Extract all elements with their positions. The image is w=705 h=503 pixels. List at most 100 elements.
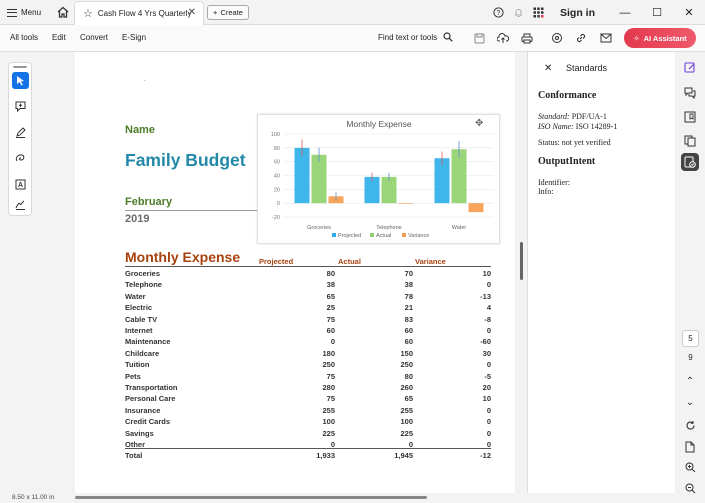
category-label: Groceries xyxy=(307,225,331,231)
row-label: Telephone xyxy=(125,280,162,290)
accessibility-standards-icon[interactable] xyxy=(681,153,699,171)
row-label: Insurance xyxy=(125,405,161,415)
row-label: Electric xyxy=(125,303,153,313)
bookmark-icon[interactable] xyxy=(681,108,699,126)
comments-icon[interactable] xyxy=(681,84,699,102)
table-row: Cable TV 75 83 -8 xyxy=(125,315,491,326)
help-icon[interactable]: ? xyxy=(488,0,508,25)
menu-button[interactable]: Menu xyxy=(7,5,41,20)
signature-icon[interactable] xyxy=(12,196,29,213)
horizontal-scrollbar[interactable] xyxy=(75,493,705,503)
table-row: Transportation 280 260 20 xyxy=(125,383,491,394)
document-viewer[interactable]: . Name Family Budget February 2019 Month… xyxy=(75,52,527,493)
add-comment-icon[interactable] xyxy=(12,98,29,115)
row-label: Maintenance xyxy=(125,337,171,347)
all-tools-menu[interactable]: All tools xyxy=(10,33,38,42)
row-label: Personal Care xyxy=(125,394,176,404)
ai-sparkle-icon: ✧ xyxy=(633,33,640,43)
panel-title: Standards xyxy=(566,63,608,73)
info-label: Info: xyxy=(538,187,554,196)
create-button[interactable]: + Create xyxy=(207,5,249,20)
row-label: Childcare xyxy=(125,348,160,358)
edit-pdf-icon[interactable] xyxy=(681,58,699,76)
variance-cell: -8 xyxy=(484,314,491,324)
apps-grid-icon[interactable] xyxy=(528,0,548,25)
window-close-icon[interactable]: ✕ xyxy=(673,0,705,25)
actual-cell: 78 xyxy=(404,291,413,301)
zoom-in-icon[interactable] xyxy=(681,458,699,476)
comment-search-icon[interactable] xyxy=(550,31,564,45)
home-icon[interactable] xyxy=(56,5,70,19)
variance-cell: 0 xyxy=(486,405,491,415)
row-label: Pets xyxy=(125,371,141,381)
actual-cell: 60 xyxy=(404,326,413,335)
ai-assistant-label: AI Assistant xyxy=(643,33,687,43)
upload-icon[interactable] xyxy=(496,31,510,45)
variance-cell: 0 xyxy=(486,428,491,438)
email-icon[interactable] xyxy=(599,31,613,45)
drag-handle[interactable] xyxy=(13,66,27,68)
table-row: Childcare 180 150 30 xyxy=(125,349,491,360)
save-icon[interactable] xyxy=(472,31,486,45)
total-rule xyxy=(125,448,491,449)
close-panel-icon[interactable]: ✕ xyxy=(544,63,552,74)
find-tools-button[interactable]: Find text or tools xyxy=(378,32,453,42)
status-text: Status: not yet verified xyxy=(538,138,611,147)
projected-cell: 255 xyxy=(322,405,335,415)
category-label: Water xyxy=(452,225,467,231)
variance-cell: -60 xyxy=(480,337,491,347)
chart-title: Monthly Expense xyxy=(346,119,411,129)
esign-menu[interactable]: E-Sign xyxy=(122,33,146,42)
pages-icon[interactable] xyxy=(681,132,699,150)
horizontal-scroll-thumb[interactable] xyxy=(75,496,427,499)
actual-cell: 100 xyxy=(400,417,413,427)
star-icon[interactable]: ☆ xyxy=(83,7,93,20)
convert-menu[interactable]: Convert xyxy=(80,33,108,42)
iso-line: ISO Name: ISO 14289-1 xyxy=(538,122,617,131)
bell-icon[interactable] xyxy=(508,0,528,25)
standard-line: Standard: PDF/UA-1 xyxy=(538,112,607,121)
minimize-icon[interactable]: — xyxy=(609,0,641,25)
sign-in-button[interactable]: Sign in xyxy=(560,7,595,19)
tab-title: Cash Flow 4 Yrs Quarterly xyxy=(97,9,192,18)
print-icon[interactable] xyxy=(520,31,534,45)
total-pages: 9 xyxy=(688,353,693,362)
maximize-icon[interactable]: ☐ xyxy=(641,0,673,25)
current-page-input[interactable]: 5 xyxy=(682,330,699,347)
vertical-scrollbar[interactable] xyxy=(520,242,523,280)
expense-chart[interactable]: Monthly Expense 100 80 60 40 20 0 -20 Groceries T… xyxy=(257,114,500,244)
document-settings-icon[interactable] xyxy=(681,438,699,456)
select-cursor-icon[interactable] xyxy=(12,72,29,89)
hamburger-icon xyxy=(7,8,17,17)
row-label: Tuition xyxy=(125,360,150,370)
row-label: Internet xyxy=(125,326,153,335)
rotate-icon[interactable] xyxy=(681,416,699,434)
iso-value: ISO 14289-1 xyxy=(575,122,618,131)
draw-freehand-icon[interactable] xyxy=(12,150,29,167)
header-rule xyxy=(125,266,491,267)
variance-cell: 10 xyxy=(482,394,491,404)
y-tick-label: 20 xyxy=(274,187,280,193)
table-row: Savings 225 225 0 xyxy=(125,429,491,440)
zoom-out-icon[interactable] xyxy=(681,479,699,497)
name-label: Name xyxy=(125,124,155,136)
text-box-icon[interactable]: A xyxy=(12,176,29,193)
highlight-pen-icon[interactable] xyxy=(12,124,29,141)
left-tool-rail: A xyxy=(0,52,75,493)
chevron-up-icon[interactable]: ⌃ xyxy=(681,372,699,390)
ai-assistant-button[interactable]: ✧ AI Assistant xyxy=(624,28,696,48)
title-bar: Menu ☆ Cash Flow 4 Yrs Quarterly ✕ + Cre… xyxy=(0,0,705,25)
document-tab[interactable]: ☆ Cash Flow 4 Yrs Quarterly ✕ xyxy=(74,1,204,25)
table-row: Maintenance 0 60 -60 xyxy=(125,337,491,348)
row-label: Savings xyxy=(125,428,154,438)
chevron-down-icon[interactable]: ⌄ xyxy=(681,393,699,411)
total-variance: -12 xyxy=(480,451,491,460)
edit-menu[interactable]: Edit xyxy=(52,33,66,42)
actual-cell: 38 xyxy=(404,280,413,290)
search-icon xyxy=(443,32,453,42)
close-tab-icon[interactable]: ✕ xyxy=(188,7,196,18)
table-row: Credit Cards 100 100 0 xyxy=(125,417,491,428)
link-icon[interactable] xyxy=(574,31,588,45)
move-handle-icon[interactable]: ✥ xyxy=(475,118,483,129)
y-tick-label: 0 xyxy=(277,201,280,207)
